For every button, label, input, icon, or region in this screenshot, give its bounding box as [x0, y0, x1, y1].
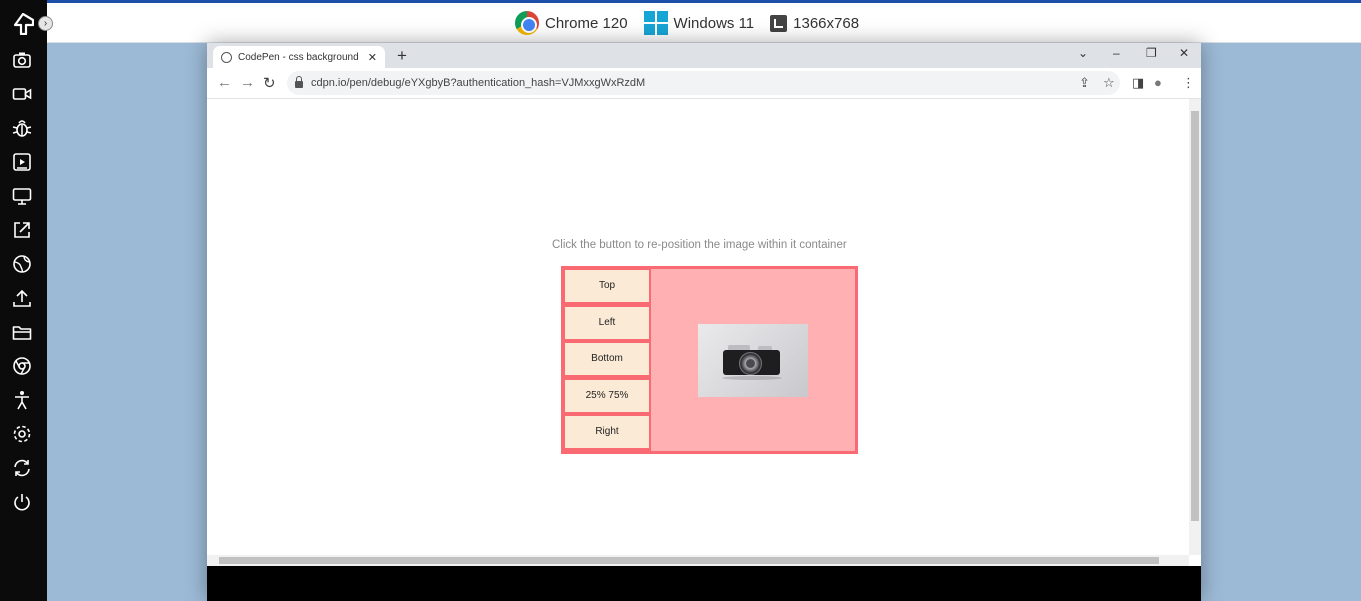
- close-window-button[interactable]: ✕: [1179, 46, 1189, 60]
- new-tab-button[interactable]: +: [397, 46, 407, 66]
- left-sidebar: [0, 0, 47, 601]
- vertical-scrollbar[interactable]: [1189, 99, 1201, 555]
- chrome-icon: [515, 11, 539, 35]
- bug-icon[interactable]: [11, 117, 33, 139]
- camera-icon[interactable]: [11, 49, 33, 71]
- tab-close-icon[interactable]: ✕: [368, 51, 377, 64]
- external-link-icon[interactable]: [11, 219, 33, 241]
- sidebar-collapse-button[interactable]: ›: [38, 16, 53, 31]
- windows-icon: [643, 11, 668, 35]
- chrome-outline-icon[interactable]: [11, 355, 33, 377]
- environment-info-bar: Chrome 120 Windows 11 1366x768: [0, 0, 1361, 43]
- profile-avatar-icon[interactable]: ●: [1154, 75, 1162, 90]
- restore-button[interactable]: ❐: [1146, 46, 1157, 60]
- reload-button[interactable]: ↻: [263, 74, 276, 92]
- side-panel-icon[interactable]: ◨: [1132, 75, 1144, 91]
- page-viewport: Click the button to re-position the imag…: [207, 99, 1201, 566]
- bottom-button[interactable]: Bottom: [565, 343, 649, 375]
- image-preview-box: [651, 269, 855, 451]
- black-bottom-bar: [207, 566, 1201, 601]
- lambdatest-logo-icon: [13, 13, 34, 35]
- tutorial-icon[interactable]: [11, 151, 33, 173]
- position-button-group: Top Left Bottom 25% 75% Right: [565, 270, 649, 453]
- lock-icon: [295, 76, 303, 88]
- chrome-menu-icon[interactable]: ⋮: [1182, 75, 1195, 91]
- globe-icon[interactable]: [11, 253, 33, 275]
- tab-title: CodePen - css background posi: [238, 51, 362, 63]
- power-icon[interactable]: [11, 491, 33, 513]
- demo-container: Top Left Bottom 25% 75% Right: [561, 266, 858, 454]
- folder-icon[interactable]: [11, 321, 33, 343]
- top-button[interactable]: Top: [565, 270, 649, 302]
- browser-toolbar: ← → ↻ cdpn.io/pen/debug/eYXgbyB?authenti…: [207, 68, 1201, 99]
- instruction-text: Click the button to re-position the imag…: [552, 239, 847, 251]
- accessibility-icon[interactable]: [11, 389, 33, 411]
- video-icon[interactable]: [11, 83, 33, 105]
- settings-icon[interactable]: [11, 423, 33, 445]
- right-button[interactable]: Right: [565, 416, 649, 448]
- resolution-info: 1366x768: [770, 14, 860, 32]
- browser-version: Chrome 120: [545, 14, 628, 32]
- resolution-icon: [770, 14, 788, 32]
- forward-button[interactable]: →: [240, 74, 255, 91]
- address-bar[interactable]: cdpn.io/pen/debug/eYXgbyB?authentication…: [287, 71, 1120, 95]
- horizontal-scrollbar[interactable]: [207, 555, 1189, 566]
- tab-search-icon[interactable]: ⌄: [1078, 46, 1088, 60]
- back-button[interactable]: ←: [217, 74, 232, 91]
- upload-icon[interactable]: [11, 287, 33, 309]
- percent-position-button[interactable]: 25% 75%: [565, 379, 649, 412]
- share-icon[interactable]: ⇪: [1079, 75, 1090, 91]
- minimize-button[interactable]: –: [1113, 46, 1120, 60]
- os-info: Windows 11: [643, 11, 755, 35]
- browser-info: Chrome 120: [515, 11, 628, 35]
- camera-photo: [698, 324, 808, 397]
- globe-favicon-icon: [221, 51, 232, 63]
- bookmark-star-icon[interactable]: ☆: [1103, 75, 1115, 91]
- left-button[interactable]: Left: [565, 306, 649, 339]
- tab-strip: CodePen - css background posi ✕ + ⌄ – ❐ …: [207, 43, 1201, 68]
- url-text: cdpn.io/pen/debug/eYXgbyB?authentication…: [311, 77, 646, 89]
- sync-icon[interactable]: [11, 457, 33, 479]
- browser-window: CodePen - css background posi ✕ + ⌄ – ❐ …: [207, 43, 1201, 601]
- os-version: Windows 11: [673, 14, 755, 32]
- resolution-value: 1366x768: [793, 14, 860, 32]
- monitor-icon[interactable]: [11, 185, 33, 207]
- tab-codepen[interactable]: CodePen - css background posi ✕: [213, 46, 385, 68]
